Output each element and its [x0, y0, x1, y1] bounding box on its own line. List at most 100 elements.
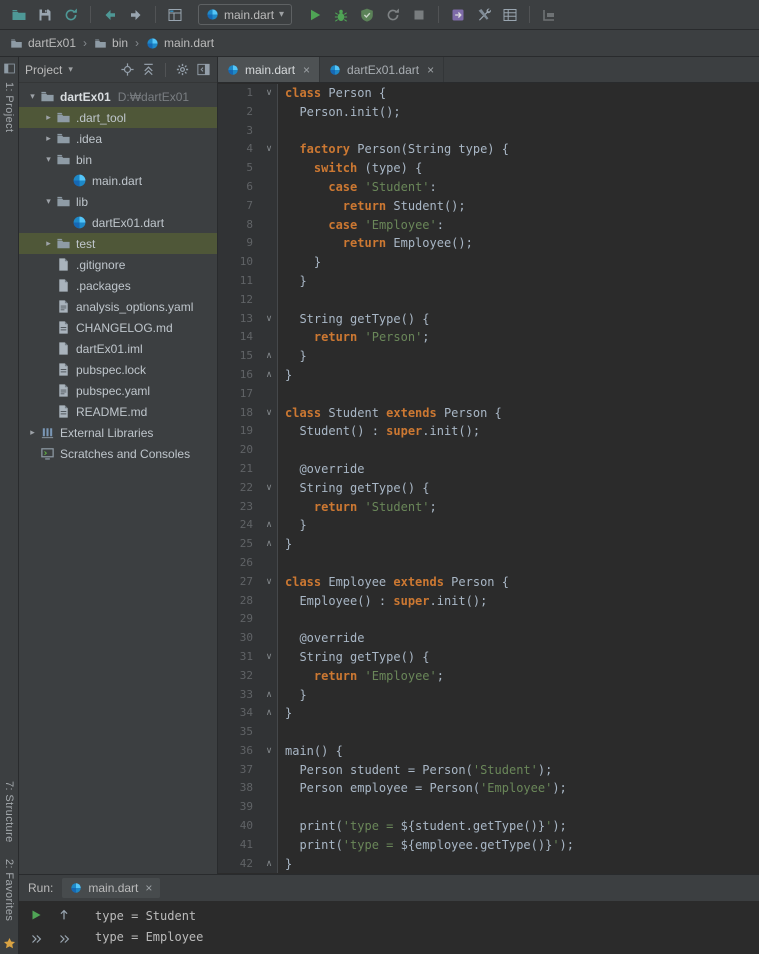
tree-item-scratches-and-consoles[interactable]: Scratches and Consoles: [19, 443, 217, 464]
code-text[interactable]: [278, 723, 285, 742]
gutter[interactable]: 40: [218, 817, 278, 836]
gutter[interactable]: 8: [218, 215, 278, 235]
gutter[interactable]: 16 ∧: [218, 365, 278, 385]
code-text[interactable]: return 'Student';: [278, 498, 437, 517]
gutter[interactable]: 10: [218, 253, 278, 272]
tree-item-analysis-options-yaml[interactable]: analysis_options.yaml: [19, 296, 217, 317]
gutter[interactable]: 35: [218, 723, 278, 742]
fold-marker[interactable]: ∨: [261, 479, 277, 498]
gutter[interactable]: 42 ∧: [218, 854, 278, 874]
tree-item-test[interactable]: ▸ test: [19, 233, 217, 254]
gutter[interactable]: 21: [218, 459, 278, 479]
gutter[interactable]: 30: [218, 629, 278, 648]
chevron-expanded-icon[interactable]: ▾: [41, 154, 56, 165]
fold-marker[interactable]: ∧: [261, 704, 277, 723]
gutter[interactable]: 34 ∧: [218, 704, 278, 724]
close-icon[interactable]: ×: [145, 881, 152, 895]
tree-item-main-dart[interactable]: main.dart: [19, 170, 217, 191]
gutter[interactable]: 9: [218, 234, 278, 254]
chevrons-icon[interactable]: [24, 928, 48, 950]
code-text[interactable]: Person.init();: [278, 103, 400, 122]
tree-item-dart-tool[interactable]: ▸ .dart_tool: [19, 107, 217, 128]
code-text[interactable]: factory Person(String type) {: [278, 140, 509, 159]
gutter[interactable]: 3: [218, 121, 278, 141]
code-text[interactable]: [278, 291, 285, 310]
tree-item-idea[interactable]: ▸ .idea: [19, 128, 217, 149]
gutter[interactable]: 2: [218, 102, 278, 122]
close-icon[interactable]: ×: [303, 63, 310, 77]
code-text[interactable]: switch (type) {: [278, 159, 422, 178]
gutter[interactable]: 22 ∨: [218, 478, 278, 498]
forward-icon[interactable]: [123, 3, 149, 27]
debug-button[interactable]: [328, 3, 354, 27]
code-text[interactable]: Employee() : super.init();: [278, 592, 487, 611]
code-text[interactable]: [278, 798, 285, 817]
gutter[interactable]: 29: [218, 610, 278, 630]
locate-icon[interactable]: [120, 62, 135, 77]
rerun-button[interactable]: [380, 3, 406, 27]
gear-icon[interactable]: [175, 62, 190, 77]
gutter[interactable]: 38: [218, 779, 278, 799]
chevron-collapsed-icon[interactable]: ▸: [41, 112, 56, 123]
tree-item-packages[interactable]: .packages: [19, 275, 217, 296]
code-text[interactable]: }: [278, 253, 321, 272]
code-text[interactable]: }: [278, 366, 292, 385]
coverage-button[interactable]: [354, 3, 380, 27]
code-text[interactable]: }: [278, 704, 292, 723]
fold-marker[interactable]: ∧: [261, 855, 277, 874]
gutter[interactable]: 12: [218, 290, 278, 310]
gutter[interactable]: 4 ∨: [218, 140, 278, 160]
tree-item-pubspec-lock[interactable]: pubspec.lock: [19, 359, 217, 380]
code-text[interactable]: class Person {: [278, 84, 386, 103]
tree-item-dartex01-iml[interactable]: dartEx01.iml: [19, 338, 217, 359]
fold-marker[interactable]: ∧: [261, 516, 277, 535]
rerun-run-icon[interactable]: [24, 904, 48, 926]
tab-main-dart[interactable]: main.dart ×: [218, 57, 321, 82]
tab-dartex01-dart[interactable]: dartEx01.dart ×: [320, 57, 445, 82]
hide-icon[interactable]: [196, 62, 211, 77]
tree-item-lib[interactable]: ▾ lib: [19, 191, 217, 212]
close-icon[interactable]: ×: [427, 63, 434, 77]
code-text[interactable]: }: [278, 686, 306, 705]
code-text[interactable]: print('type = ${student.getType()}');: [278, 817, 566, 836]
gutter[interactable]: 5: [218, 159, 278, 178]
open-icon[interactable]: [6, 3, 32, 27]
breadcrumb-item-bin[interactable]: bin: [94, 36, 128, 50]
code-text[interactable]: case 'Employee':: [278, 216, 444, 235]
gutter[interactable]: 13 ∨: [218, 309, 278, 329]
gutter[interactable]: 26: [218, 553, 278, 573]
code-text[interactable]: String getType() {: [278, 479, 429, 498]
fold-marker[interactable]: ∨: [261, 84, 277, 103]
fold-marker[interactable]: ∨: [261, 140, 277, 159]
tree-item-dartex01-dart[interactable]: dartEx01.dart: [19, 212, 217, 233]
star-icon[interactable]: [3, 937, 16, 950]
tree-item-gitignore[interactable]: .gitignore: [19, 254, 217, 275]
tree-item-changelog-md[interactable]: CHANGELOG.md: [19, 317, 217, 338]
run-console[interactable]: type = Student type = Employee: [83, 901, 759, 954]
tool-button-structure[interactable]: 7: Structure: [3, 781, 15, 843]
code-text[interactable]: return 'Person';: [278, 328, 430, 347]
tool-button-favorites[interactable]: 2: Favorites: [3, 859, 15, 921]
gutter[interactable]: 39: [218, 798, 278, 818]
chevrons-icon[interactable]: [52, 928, 76, 950]
gutter[interactable]: 24 ∧: [218, 516, 278, 536]
code-text[interactable]: [278, 441, 285, 460]
collapse-icon[interactable]: [141, 62, 156, 77]
code-text[interactable]: return 'Employee';: [278, 667, 444, 686]
structure-button[interactable]: [497, 3, 523, 27]
gutter[interactable]: 15 ∧: [218, 347, 278, 366]
breadcrumb-item-dartex01[interactable]: dartEx01: [10, 36, 76, 50]
code-text[interactable]: }: [278, 516, 306, 535]
code-text[interactable]: Person employee = Person('Employee');: [278, 779, 566, 798]
code-text[interactable]: return Employee();: [278, 234, 473, 253]
gutter[interactable]: 11: [218, 271, 278, 291]
gutter[interactable]: 27 ∨: [218, 572, 278, 592]
fold-marker[interactable]: ∧: [261, 347, 277, 366]
code-text[interactable]: String getType() {: [278, 648, 429, 667]
code-text[interactable]: [278, 122, 285, 141]
gutter[interactable]: 18 ∨: [218, 403, 278, 423]
code-text[interactable]: [278, 554, 285, 573]
stop-button[interactable]: [406, 3, 432, 27]
gutter[interactable]: 19: [218, 422, 278, 442]
code-text[interactable]: String getType() {: [278, 310, 429, 329]
